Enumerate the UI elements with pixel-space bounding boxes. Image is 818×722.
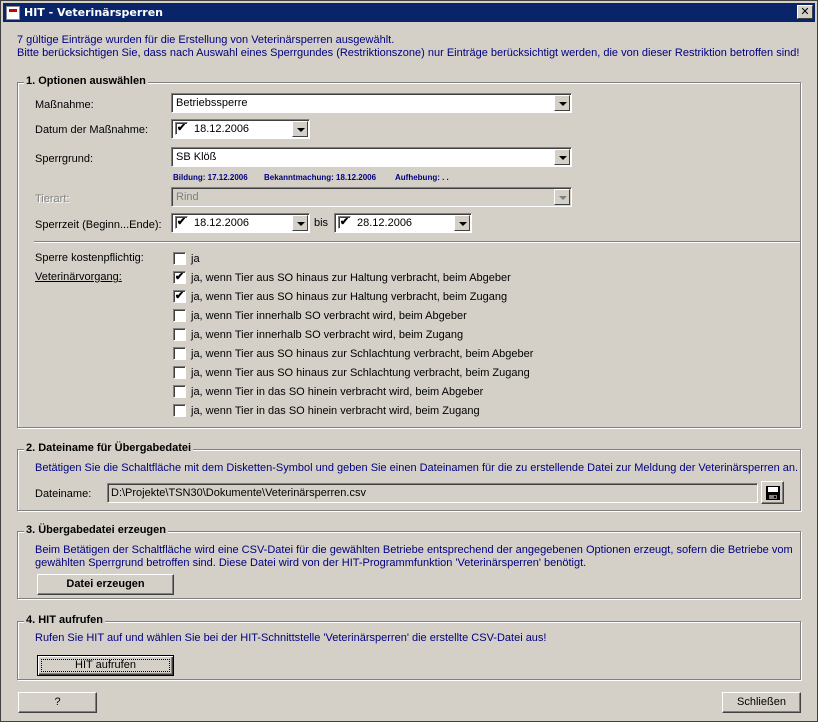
create-file-group-title: 3. Übergabedatei erzeugen	[24, 524, 168, 536]
call-hit-group-title: 4. HIT aufrufen	[24, 614, 106, 626]
vorgang-checkbox[interactable]	[173, 347, 186, 360]
vorgang-option-label: ja, wenn Tier innerhalb SO verbracht wir…	[191, 310, 467, 322]
kosten-label: Sperre kostenpflichtig:	[35, 252, 144, 264]
dateiname-label: Dateiname:	[35, 488, 92, 500]
datum-value: 18.12.2006	[194, 123, 250, 135]
massnahme-value: Betriebssperre	[176, 97, 248, 109]
app-icon	[6, 5, 20, 20]
dateiname-value: D:\Projekte\TSN30\Dokumente\Veterinärspe…	[111, 487, 366, 499]
sperrzeit-begin-value: 18.12.2006	[194, 217, 250, 229]
chevron-down-icon[interactable]	[554, 95, 570, 111]
vorgang-option-label: ja, wenn Tier aus SO hinaus zur Schlacht…	[191, 348, 534, 360]
section-divider	[34, 241, 800, 243]
save-file-button[interactable]	[761, 481, 784, 504]
sperrgrund-select[interactable]: SB Klöß	[171, 147, 572, 167]
massnahme-label: Maßnahme:	[35, 99, 94, 111]
aufhebung-info: Aufhebung: . .	[395, 173, 449, 182]
sperrzeit-end-checkbox[interactable]: ✔	[338, 216, 351, 229]
sperrgrund-value: SB Klöß	[176, 151, 217, 163]
bis-label: bis	[314, 217, 329, 229]
bildung-info: Bildung: 17.12.2006	[173, 173, 248, 182]
help-button[interactable]: ?	[18, 692, 97, 713]
dialog-window: HIT - Veterinärsperren ✕ 7 gültige Eintr…	[0, 0, 818, 722]
chevron-down-icon[interactable]	[292, 121, 308, 137]
sperrzeit-begin-picker[interactable]: ✔ 18.12.2006	[171, 213, 310, 233]
sperrzeit-end-value: 28.12.2006	[357, 217, 413, 229]
call-hit-button-label: HIT aufrufen	[75, 659, 136, 671]
kosten-checkbox[interactable]	[173, 252, 186, 265]
filename-group-title: 2. Dateiname für Übergabedatei	[24, 442, 194, 454]
close-button[interactable]: Schließen	[722, 692, 801, 713]
vorgang-checkbox[interactable]	[173, 309, 186, 322]
vorgang-option-label: ja, wenn Tier in das SO hinein verbracht…	[191, 386, 484, 398]
vorgang-option-label: ja, wenn Tier aus SO hinaus zur Haltung …	[191, 291, 508, 303]
options-group: 1. Optionen auswählen Maßnahme: Betriebs…	[17, 75, 801, 428]
vorgang-checkbox[interactable]	[173, 385, 186, 398]
vorgang-option-label: ja, wenn Tier aus SO hinaus zur Haltung …	[191, 272, 511, 284]
sperrgrund-label: Sperrgrund:	[35, 153, 94, 165]
filename-description: Betätigen Sie die Schaltfläche mit dem D…	[35, 462, 799, 474]
window-title: HIT - Veterinärsperren	[24, 6, 164, 19]
options-group-title: 1. Optionen auswählen	[24, 75, 148, 87]
info-line-2: Bitte berücksichtigen Sie, dass nach Aus…	[17, 47, 800, 59]
filename-group: 2. Dateiname für Übergabedatei Betätigen…	[17, 442, 801, 511]
vorgang-checkbox[interactable]	[173, 328, 186, 341]
sperrzeit-label: Sperrzeit (Beginn...Ende):	[35, 219, 162, 231]
massnahme-select[interactable]: Betriebssperre	[171, 93, 572, 113]
tierart-select: Rind	[171, 187, 572, 207]
create-file-description-2: gewählten Sperrgrund betroffen sind. Die…	[35, 557, 587, 569]
sperrzeit-begin-checkbox[interactable]: ✔	[175, 216, 188, 229]
datum-label: Datum der Maßnahme:	[35, 124, 149, 136]
vorgang-option-label: ja, wenn Tier in das SO hinein verbracht…	[191, 405, 480, 417]
call-hit-group: 4. HIT aufrufen Rufen Sie HIT auf und wä…	[17, 614, 801, 680]
vorgang-option-label: ja, wenn Tier innerhalb SO verbracht wir…	[191, 329, 464, 341]
create-file-group: 3. Übergabedatei erzeugen Beim Betätigen…	[17, 524, 801, 599]
chevron-down-icon[interactable]	[292, 215, 308, 231]
info-line-1: 7 gültige Einträge wurden für die Erstel…	[17, 34, 395, 46]
bekanntmachung-info: Bekanntmachung: 18.12.2006	[264, 173, 377, 182]
vorgang-option-label: ja, wenn Tier aus SO hinaus zur Schlacht…	[191, 367, 530, 379]
vorgang-checkbox[interactable]	[173, 366, 186, 379]
chevron-down-icon[interactable]	[554, 149, 570, 165]
sperrzeit-end-picker[interactable]: ✔ 28.12.2006	[334, 213, 472, 233]
title-bar: HIT - Veterinärsperren ✕	[3, 3, 815, 22]
create-file-button[interactable]: Datei erzeugen	[37, 574, 174, 595]
tierart-value: Rind	[176, 191, 199, 203]
floppy-disk-icon	[766, 486, 780, 500]
call-hit-description: Rufen Sie HIT auf und wählen Sie bei der…	[35, 632, 547, 644]
dateiname-field[interactable]: D:\Projekte\TSN30\Dokumente\Veterinärspe…	[107, 483, 758, 503]
vorgang-label: Veterinärvorgang:	[35, 271, 122, 283]
tierart-label: Tierart:	[35, 193, 70, 205]
kosten-option-label: ja	[191, 253, 200, 265]
chevron-down-icon[interactable]	[454, 215, 470, 231]
datum-checkbox[interactable]: ✔	[175, 122, 188, 135]
chevron-down-icon	[554, 189, 570, 205]
vorgang-checkbox[interactable]	[173, 404, 186, 417]
call-hit-button[interactable]: HIT aufrufen	[37, 655, 174, 676]
create-file-description-1: Beim Betätigen der Schaltfläche wird ein…	[35, 544, 793, 556]
datum-picker[interactable]: ✔ 18.12.2006	[171, 119, 310, 139]
vorgang-checkbox[interactable]: ✔	[173, 290, 186, 303]
vorgang-checkbox[interactable]: ✔	[173, 271, 186, 284]
close-window-button[interactable]: ✕	[797, 5, 813, 19]
